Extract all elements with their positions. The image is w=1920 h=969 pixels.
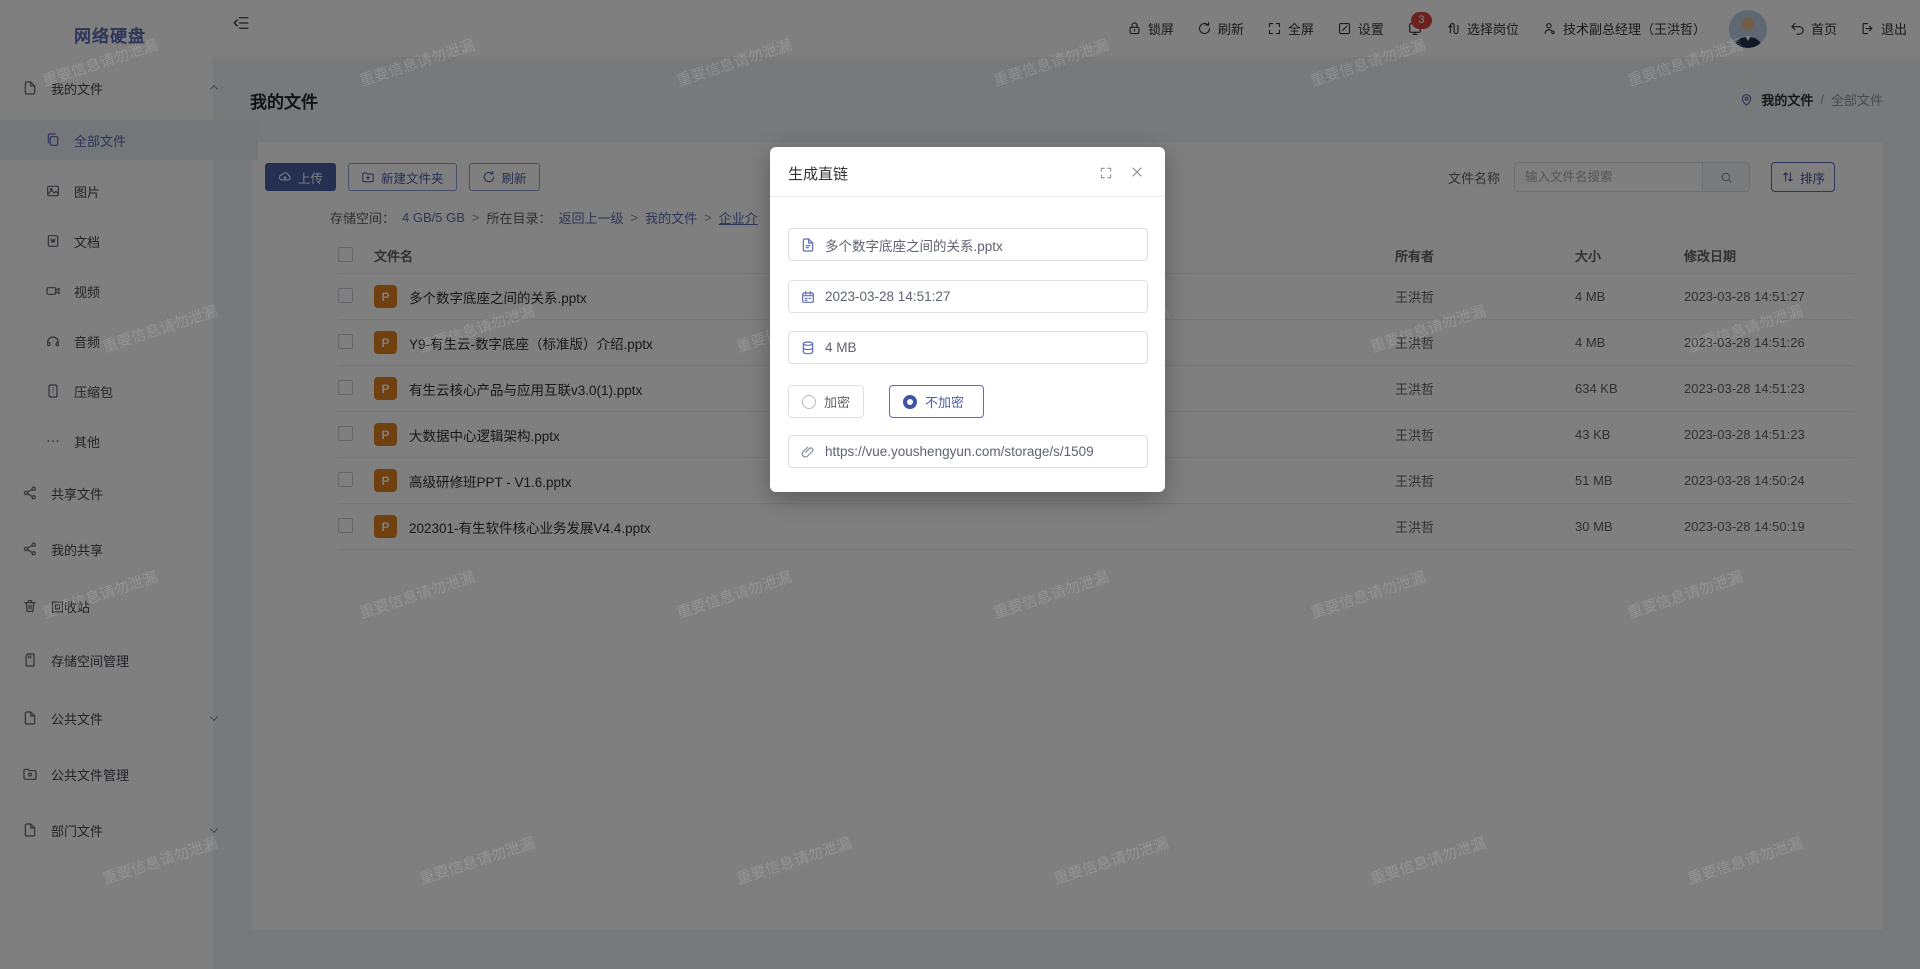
encrypt-radio[interactable]: 加密 <box>788 385 864 418</box>
radio-on-icon <box>903 395 917 409</box>
generate-link-dialog: 生成直链 多个数字底座之间的关系.pptx 2023-03-28 14:51:2… <box>770 147 1165 492</box>
close-dialog-icon[interactable] <box>1129 164 1145 180</box>
dialog-header: 生成直链 <box>770 147 1165 197</box>
link-size-field: 4 MB <box>788 331 1148 364</box>
link-file-size: 4 MB <box>825 340 857 355</box>
radio-off-icon <box>802 395 816 409</box>
database-icon <box>800 340 816 356</box>
link-date-field: 2023-03-28 14:51:27 <box>788 280 1148 313</box>
expand-dialog-icon[interactable] <box>1099 166 1113 180</box>
no-encrypt-radio[interactable]: 不加密 <box>889 385 984 418</box>
file-icon <box>800 237 816 253</box>
direct-link-field[interactable]: https://vue.youshengyun.com/storage/s/15… <box>788 435 1148 468</box>
dialog-title: 生成直链 <box>788 163 848 184</box>
calendar-icon <box>800 289 816 305</box>
link-file-name-field: 多个数字底座之间的关系.pptx <box>788 228 1148 261</box>
link-file-name: 多个数字底座之间的关系.pptx <box>825 235 1003 255</box>
paperclip-icon <box>800 444 816 460</box>
direct-link-url[interactable]: https://vue.youshengyun.com/storage/s/15… <box>825 444 1094 459</box>
link-file-date: 2023-03-28 14:51:27 <box>825 289 950 304</box>
app-root: 网络硬盘 我的文件 全部文件 图片 文档 视频 音频 压缩包 <box>0 0 1920 969</box>
